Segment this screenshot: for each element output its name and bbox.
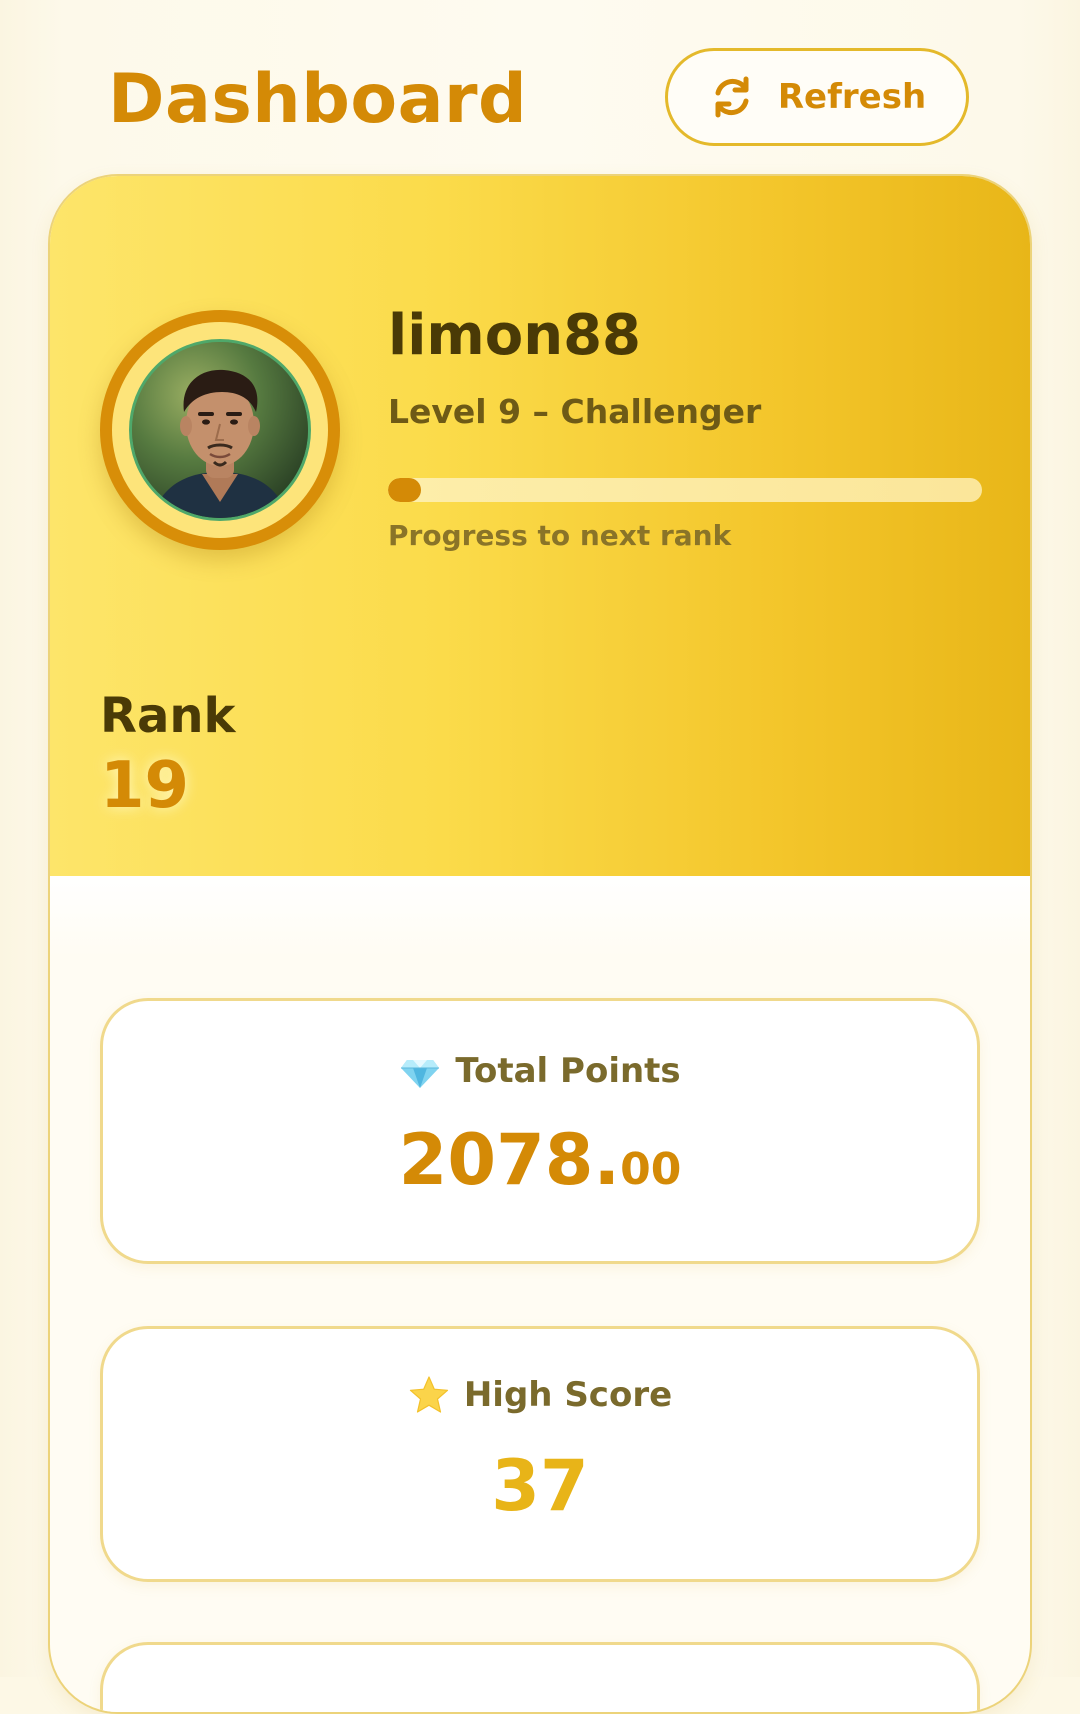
total-points-decimal: 00 — [620, 1144, 682, 1195]
rank-progress-fill — [388, 478, 421, 502]
rank-value: 19 — [100, 749, 190, 823]
header: Dashboard Refresh — [0, 0, 1080, 170]
rank-progress-bar — [388, 478, 982, 502]
avatar[interactable] — [129, 339, 311, 521]
total-points-integer: 2078. — [398, 1119, 621, 1201]
page-title: Dashboard — [108, 60, 528, 139]
profile-hero: limon88 Level 9 – Challenger Progress to… — [50, 176, 1030, 876]
avatar-ring — [100, 310, 340, 550]
user-avatar-icon — [132, 342, 308, 518]
next-stat-card — [100, 1642, 980, 1712]
refresh-label: Refresh — [777, 77, 927, 117]
rank-label: Rank — [100, 688, 236, 744]
total-points-heading: Total Points — [103, 1049, 977, 1093]
refresh-icon — [715, 76, 749, 118]
high-score-heading: High Score — [103, 1373, 977, 1417]
level-text: Level 9 – Challenger — [388, 392, 762, 431]
progress-caption: Progress to next rank — [388, 519, 732, 552]
high-score-card: High Score 37 — [100, 1326, 980, 1582]
username: limon88 — [388, 303, 642, 368]
refresh-button[interactable]: Refresh — [665, 48, 969, 146]
high-score-value: 37 — [491, 1445, 589, 1527]
total-points-card: Total Points 2078.00 — [100, 998, 980, 1264]
total-points-label: Total Points — [455, 1051, 681, 1091]
total-points-value: 2078.00 — [103, 1115, 977, 1224]
star-icon — [409, 1376, 448, 1413]
gem-icon — [401, 1060, 440, 1088]
high-score-label: High Score — [463, 1375, 673, 1415]
profile-card: limon88 Level 9 – Challenger Progress to… — [48, 174, 1032, 1714]
